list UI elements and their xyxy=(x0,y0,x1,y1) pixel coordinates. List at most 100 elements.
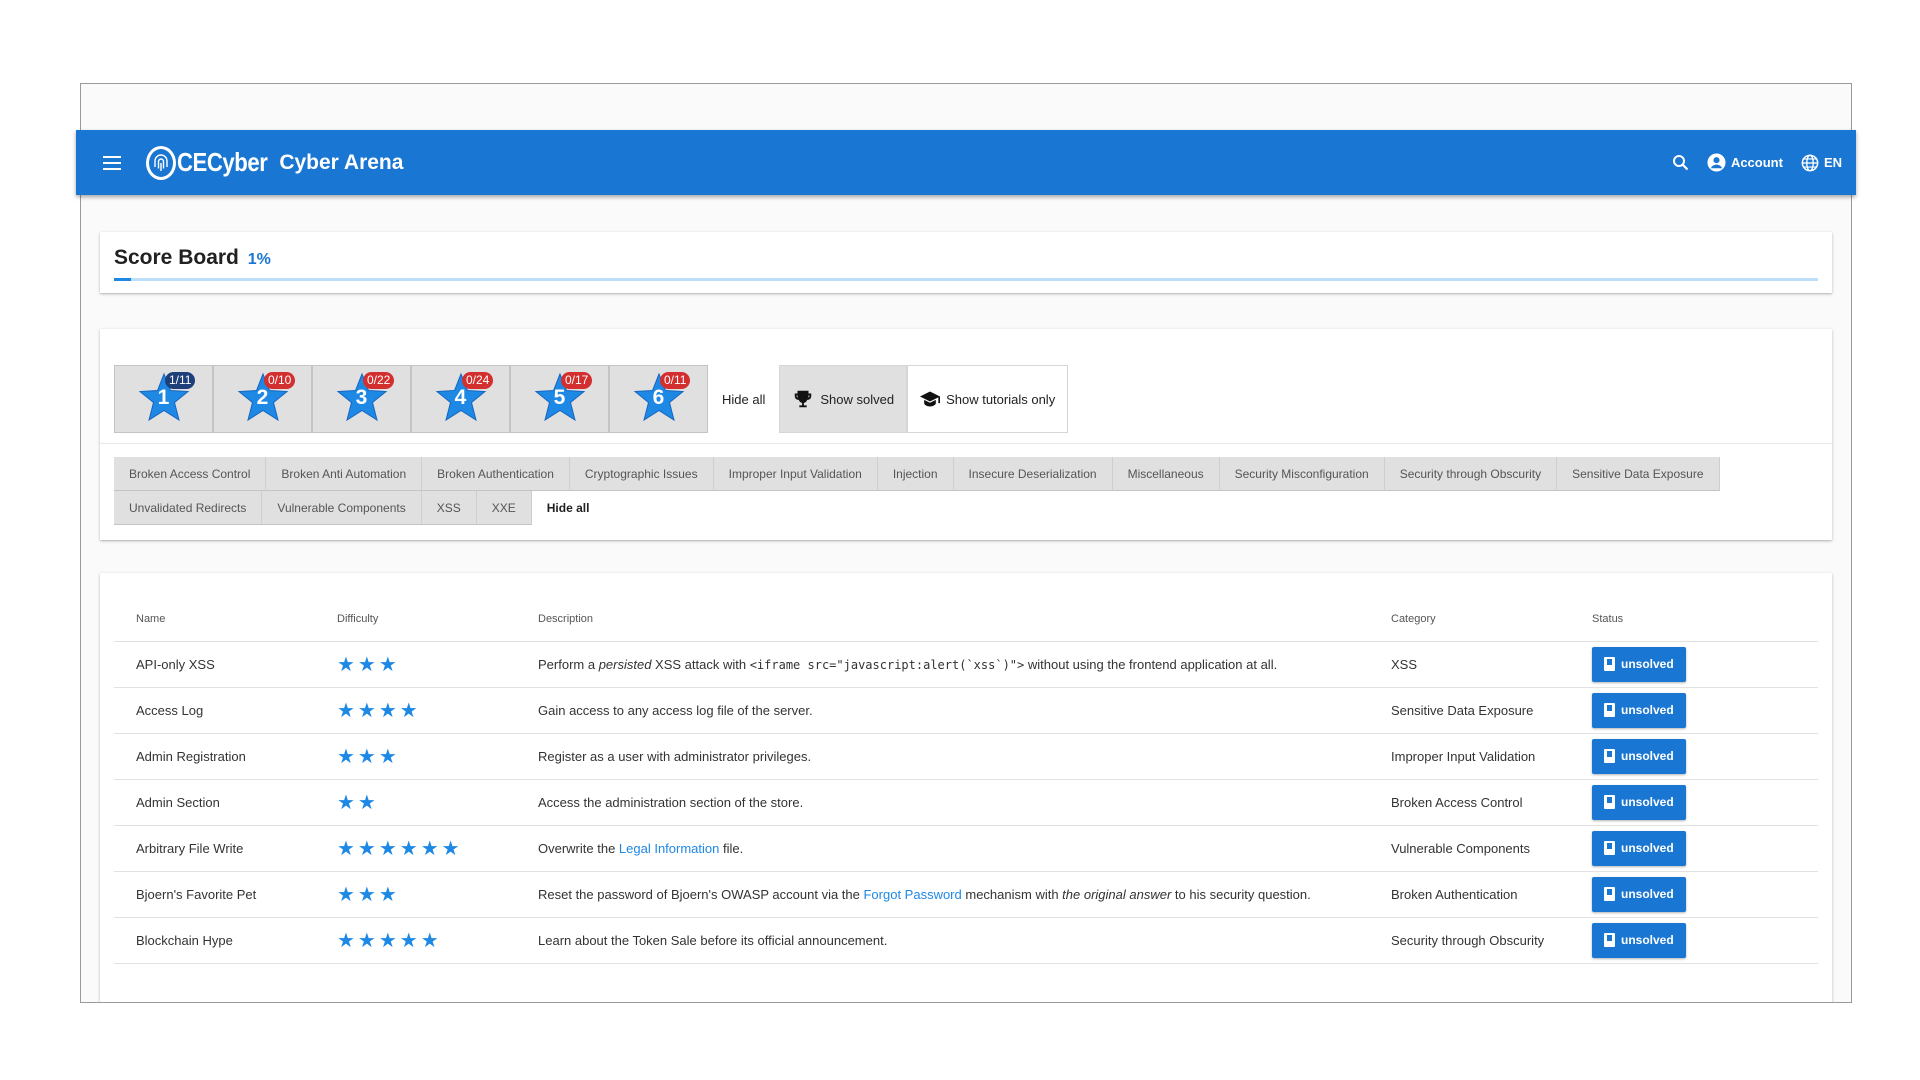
category-filter-chip[interactable]: Vulnerable Components xyxy=(262,491,422,525)
category-filter-chip[interactable]: XXE xyxy=(476,491,532,525)
status-label: unsolved xyxy=(1621,749,1674,763)
table-row: Blockchain Hype ★★★★★ Learn about the Toke… xyxy=(114,917,1818,964)
challenge-difficulty: ★★★★ xyxy=(315,687,516,734)
category-filter-chip[interactable]: Unvalidated Redirects xyxy=(114,491,263,525)
status-label: unsolved xyxy=(1621,887,1674,901)
column-header-status[interactable]: Status xyxy=(1570,597,1818,642)
trophy-icon xyxy=(795,390,812,408)
table-row: Admin Registration ★★★ Register as a user … xyxy=(114,733,1818,780)
solved-count-badge: 0/17 xyxy=(561,372,593,389)
score-progress-bar xyxy=(114,278,1818,281)
category-filter-chip[interactable]: Sensitive Data Exposure xyxy=(1557,457,1720,491)
status-button[interactable]: unsolved xyxy=(1592,876,1686,912)
status-button[interactable]: unsolved xyxy=(1592,830,1686,866)
challenge-difficulty: ★★★ xyxy=(315,733,516,780)
status-label: unsolved xyxy=(1621,703,1674,717)
difficulty-filter-5[interactable]: 5 0/17 xyxy=(510,365,609,433)
status-button[interactable]: unsolved xyxy=(1592,692,1686,728)
challenges-table: Name Difficulty Description Category Sta… xyxy=(114,597,1818,964)
category-filter-chip[interactable]: Cryptographic Issues xyxy=(569,457,714,491)
column-header-description: Description xyxy=(516,597,1369,642)
description-code: <iframe src="javascript:alert(`xss`)"> xyxy=(749,657,1025,672)
solved-count-badge: 0/24 xyxy=(462,372,494,389)
solved-count-badge: 0/22 xyxy=(363,372,395,389)
challenge-status: unsolved xyxy=(1570,779,1818,826)
table-row: Access Log ★★★★ Gain access to any access … xyxy=(114,687,1818,734)
show-tutorials-toggle[interactable]: Show tutorials only xyxy=(907,365,1069,433)
book-icon xyxy=(1604,887,1615,901)
category-filter-chip[interactable]: Broken Access Control xyxy=(114,457,267,491)
difficulty-filter-2[interactable]: 2 0/10 xyxy=(213,365,312,433)
show-tutorials-label: Show tutorials only xyxy=(946,391,1056,407)
difficulty-stars-icon: ★★★★★ xyxy=(337,929,442,952)
browser-frame: Score Board 1% 1 1/11 2 0/10 3 0/22 4 0/24 5 0/17… xyxy=(80,83,1852,1003)
category-filter-chip[interactable]: XSS xyxy=(421,491,477,525)
challenge-description: Reset the password of Bjoern's OWASP acc… xyxy=(516,871,1369,918)
book-icon xyxy=(1604,703,1615,717)
account-circle-icon xyxy=(1707,153,1726,172)
show-solved-toggle[interactable]: Show solved xyxy=(779,365,908,433)
hide-all-categories-button[interactable]: Hide all xyxy=(532,491,605,525)
description-text: without using the frontend application a… xyxy=(1024,656,1278,672)
solved-count-badge: 0/11 xyxy=(660,372,691,389)
description-text: mechanism with xyxy=(961,886,1063,902)
difficulty-filter-1[interactable]: 1 1/11 xyxy=(114,365,213,433)
description-text: to his security question. xyxy=(1171,886,1311,902)
difficulty-filter-4[interactable]: 4 0/24 xyxy=(411,365,510,433)
description-text: file. xyxy=(719,840,744,856)
table-row: Admin Section ★★ Access the administration… xyxy=(114,779,1818,826)
challenge-category: Sensitive Data Exposure xyxy=(1369,687,1570,734)
category-filter-chip[interactable]: Security through Obscurity xyxy=(1384,457,1558,491)
book-icon xyxy=(1604,841,1615,855)
score-percent: 1% xyxy=(247,251,271,268)
difficulty-level: 5 xyxy=(553,386,566,409)
description-link[interactable]: Legal Information xyxy=(619,841,719,856)
challenges-card: Name Difficulty Description Category Sta… xyxy=(100,573,1832,1002)
menu-button[interactable] xyxy=(92,143,132,183)
category-filter-chip[interactable]: Insecure Deserialization xyxy=(953,457,1113,491)
solved-count-badge: 0/10 xyxy=(264,372,296,389)
difficulty-level: 4 xyxy=(454,386,467,409)
account-button[interactable]: Account xyxy=(1707,153,1783,172)
difficulty-filter-3[interactable]: 3 0/22 xyxy=(312,365,411,433)
description-link[interactable]: Forgot Password xyxy=(863,887,961,902)
challenge-status: unsolved xyxy=(1570,641,1818,688)
category-filter-chip[interactable]: Security Misconfiguration xyxy=(1219,457,1385,491)
column-header-name[interactable]: Name xyxy=(114,597,315,642)
challenge-category: Improper Input Validation xyxy=(1369,733,1570,780)
category-filter-chip[interactable]: Broken Anti Automation xyxy=(266,457,423,491)
category-filter-chip[interactable]: Miscellaneous xyxy=(1112,457,1220,491)
column-header-difficulty[interactable]: Difficulty xyxy=(315,597,516,642)
challenge-status: unsolved xyxy=(1570,825,1818,872)
scoreboard-card: Score Board 1% xyxy=(100,232,1832,293)
fingerprint-logo-icon xyxy=(146,145,176,180)
difficulty-stars-icon: ★★ xyxy=(337,791,379,814)
app-title: Cyber Arena xyxy=(279,150,404,174)
status-button[interactable]: unsolved xyxy=(1592,784,1686,820)
category-filter-chip[interactable]: Improper Input Validation xyxy=(713,457,878,491)
account-label: Account xyxy=(1730,155,1783,170)
search-button[interactable] xyxy=(1672,154,1689,171)
hamburger-menu-icon xyxy=(103,155,121,170)
category-filter-chip[interactable]: Injection xyxy=(877,457,954,491)
status-button[interactable]: unsolved xyxy=(1592,922,1686,958)
difficulty-stars-icon: ★★★★★★ xyxy=(337,837,463,860)
difficulty-filter-6[interactable]: 6 0/11 xyxy=(609,365,708,433)
book-icon xyxy=(1604,933,1615,947)
hide-all-difficulties-button[interactable]: Hide all xyxy=(708,365,779,433)
status-button[interactable]: unsolved xyxy=(1592,738,1686,774)
difficulty-stars-icon: ★★★ xyxy=(337,745,400,768)
description-text: Access the administration section of the… xyxy=(538,794,804,810)
app-logo[interactable]: CECyber xyxy=(146,145,283,180)
logo-text: CECyber xyxy=(177,147,268,177)
column-header-category[interactable]: Category xyxy=(1369,597,1570,642)
status-button[interactable]: unsolved xyxy=(1592,646,1686,682)
challenge-description: Overwrite the Legal Information file. xyxy=(516,825,1369,872)
challenge-description: Perform a persisted XSS attack with <ifr… xyxy=(516,641,1369,688)
language-button[interactable]: EN xyxy=(1801,154,1842,172)
challenge-status: unsolved xyxy=(1570,733,1818,780)
challenge-category: XSS xyxy=(1369,641,1570,688)
category-filter-chip[interactable]: Broken Authentication xyxy=(422,457,570,491)
description-text: Perform a xyxy=(538,656,599,672)
graduation-cap-icon xyxy=(920,391,941,407)
